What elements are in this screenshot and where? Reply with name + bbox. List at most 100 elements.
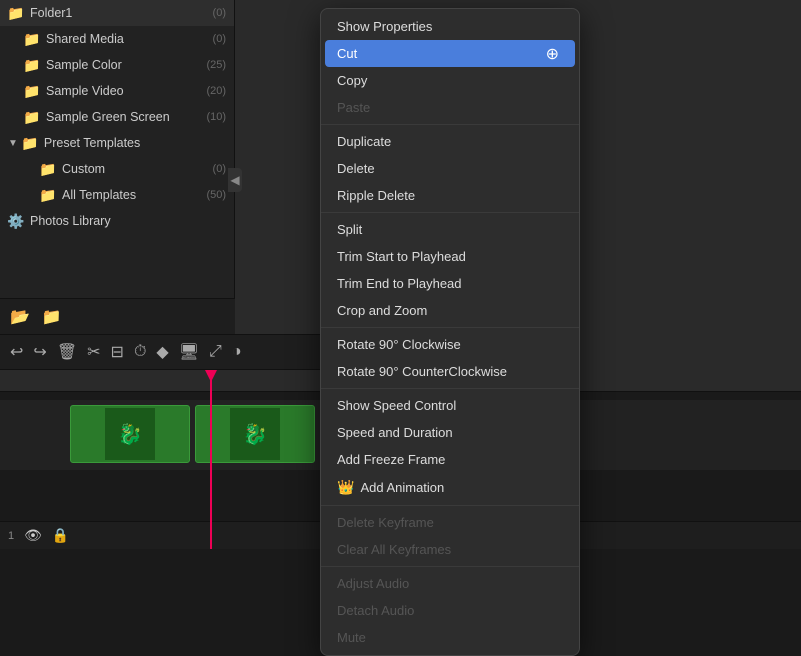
ctx-separator-5: [321, 505, 579, 506]
sidebar-item-label: Shared Media: [46, 32, 124, 46]
ctx-show-properties[interactable]: Show Properties: [321, 13, 579, 40]
sidebar-item-sample-video[interactable]: 📁 Sample Video (20): [0, 78, 234, 104]
fullscreen-button[interactable]: ⤢: [209, 343, 222, 361]
crop-button[interactable]: ⊟: [111, 342, 124, 362]
sidebar-item-label: Folder1: [30, 6, 72, 20]
color-button[interactable]: ◑: [232, 343, 242, 361]
tools-row-1: 📂 📁: [0, 299, 235, 335]
ctx-speed-duration[interactable]: Speed and Duration: [321, 419, 579, 446]
ctx-paste: Paste: [321, 94, 579, 121]
add-folder-button[interactable]: 📂: [10, 307, 30, 327]
sidebar-item-count: (20): [206, 85, 226, 97]
ctx-label: Copy: [337, 73, 367, 88]
ctx-label: Mute: [337, 630, 366, 645]
ctx-label: Clear All Keyframes: [337, 542, 451, 557]
ctx-clear-keyframes: Clear All Keyframes: [321, 536, 579, 563]
ctx-cut[interactable]: Cut ⊕: [325, 40, 575, 67]
speed-button[interactable]: ⏱: [134, 343, 146, 361]
lock-icon[interactable]: 🔒: [52, 527, 69, 544]
context-menu: Show Properties Cut ⊕ Copy Paste Duplica…: [320, 8, 580, 656]
ctx-separator-4: [321, 388, 579, 389]
sidebar-item-custom[interactable]: 📁 Custom (0): [0, 156, 234, 182]
sidebar-item-label: Preset Templates: [44, 136, 140, 150]
ctx-rotate-ccw[interactable]: Rotate 90° CounterClockwise: [321, 358, 579, 385]
sidebar-item-sample-green[interactable]: 📁 Sample Green Screen (10): [0, 104, 234, 130]
ctx-label: Rotate 90° Clockwise: [337, 337, 461, 352]
ctx-ripple-delete[interactable]: Ripple Delete: [321, 182, 579, 209]
ctx-label: Crop and Zoom: [337, 303, 427, 318]
clip-1[interactable]: 🐉: [70, 405, 190, 463]
monitor-button[interactable]: 🖥: [179, 342, 199, 362]
sidebar-item-preset-templates[interactable]: ▼ 📁 Preset Templates: [0, 130, 234, 156]
new-folder-button[interactable]: 📁: [42, 307, 62, 327]
ctx-separator-6: [321, 566, 579, 567]
ctx-label: Add Animation: [360, 480, 444, 495]
ctx-speed-control[interactable]: Show Speed Control: [321, 392, 579, 419]
chevron-left-icon: ◀: [230, 173, 239, 187]
ctx-label: Ripple Delete: [337, 188, 415, 203]
folder-icon: 📁: [40, 161, 56, 177]
ctx-label: Rotate 90° CounterClockwise: [337, 364, 507, 379]
ctx-label: Speed and Duration: [337, 425, 453, 440]
ctx-adjust-audio: Adjust Audio: [321, 570, 579, 597]
ctx-label: Detach Audio: [337, 603, 414, 618]
playhead[interactable]: [210, 370, 212, 549]
ctx-duplicate[interactable]: Duplicate: [321, 128, 579, 155]
delete-button[interactable]: 🗑: [57, 342, 77, 362]
sidebar-item-sample-color[interactable]: 📁 Sample Color (25): [0, 52, 234, 78]
sidebar-item-photos-library[interactable]: ⚙️ Photos Library: [0, 208, 234, 234]
ctx-delete-keyframe: Delete Keyframe: [321, 509, 579, 536]
clip-thumb-1: 🐉: [105, 408, 155, 460]
crown-icon: 👑: [337, 479, 354, 496]
ctx-copy[interactable]: Copy: [321, 67, 579, 94]
cursor-move-icon: ⊕: [546, 44, 559, 64]
ctx-label: Cut: [337, 46, 357, 61]
ctx-label: Delete Keyframe: [337, 515, 434, 530]
ctx-rotate-cw[interactable]: Rotate 90° Clockwise: [321, 331, 579, 358]
folder-icon: 📁: [24, 57, 40, 73]
ctx-label: Delete: [337, 161, 375, 176]
sidebar-collapse-arrow[interactable]: ◀: [228, 168, 242, 192]
ctx-detach-audio: Detach Audio: [321, 597, 579, 624]
ctx-label: Trim Start to Playhead: [337, 249, 466, 264]
sidebar-item-label: Custom: [62, 162, 105, 176]
ctx-delete[interactable]: Delete: [321, 155, 579, 182]
sidebar-item-label: Sample Green Screen: [46, 110, 170, 124]
sidebar-item-count: (0): [213, 7, 226, 19]
keyframe-button[interactable]: ◆: [156, 342, 168, 362]
ctx-label: Add Freeze Frame: [337, 452, 445, 467]
folder-icon: 📁: [24, 109, 40, 125]
clip-thumb-2: 🐉: [230, 408, 280, 460]
redo-button[interactable]: ↪: [33, 342, 46, 362]
undo-button[interactable]: ↩: [10, 342, 23, 362]
ctx-split[interactable]: Split: [321, 216, 579, 243]
ctx-label: Split: [337, 222, 362, 237]
sidebar-item-label: Sample Color: [46, 58, 122, 72]
ctx-separator-3: [321, 327, 579, 328]
sidebar-item-all-templates[interactable]: 📁 All Templates (50): [0, 182, 234, 208]
sidebar-item-count: (0): [213, 163, 226, 175]
ctx-separator-2: [321, 212, 579, 213]
ctx-label: Paste: [337, 100, 370, 115]
ctx-freeze-frame[interactable]: Add Freeze Frame: [321, 446, 579, 473]
ctx-trim-start[interactable]: Trim Start to Playhead: [321, 243, 579, 270]
ctx-label: Adjust Audio: [337, 576, 409, 591]
ctx-add-animation[interactable]: 👑 Add Animation: [321, 473, 579, 502]
chevron-down-icon: ▼: [8, 138, 18, 149]
sidebar-item-count: (0): [213, 33, 226, 45]
sidebar-item-label: Photos Library: [30, 214, 111, 228]
ctx-label: Show Properties: [337, 19, 432, 34]
ctx-label: Duplicate: [337, 134, 391, 149]
sidebar-item-shared-media[interactable]: 📁 Shared Media (0): [0, 26, 234, 52]
folder-icon: 📁: [24, 83, 40, 99]
cut-tool-button[interactable]: ✂: [87, 342, 100, 362]
clip-2[interactable]: 🐉: [195, 405, 315, 463]
sidebar-item-folder1[interactable]: 📁 Folder1 (0): [0, 0, 234, 26]
ctx-label: Show Speed Control: [337, 398, 456, 413]
folder-icon: 📁: [24, 31, 40, 47]
eye-icon[interactable]: 👁: [24, 527, 42, 544]
ctx-trim-end[interactable]: Trim End to Playhead: [321, 270, 579, 297]
sidebar-item-label: Sample Video: [46, 84, 124, 98]
sidebar-item-count: (10): [206, 111, 226, 123]
ctx-crop-zoom[interactable]: Crop and Zoom: [321, 297, 579, 324]
